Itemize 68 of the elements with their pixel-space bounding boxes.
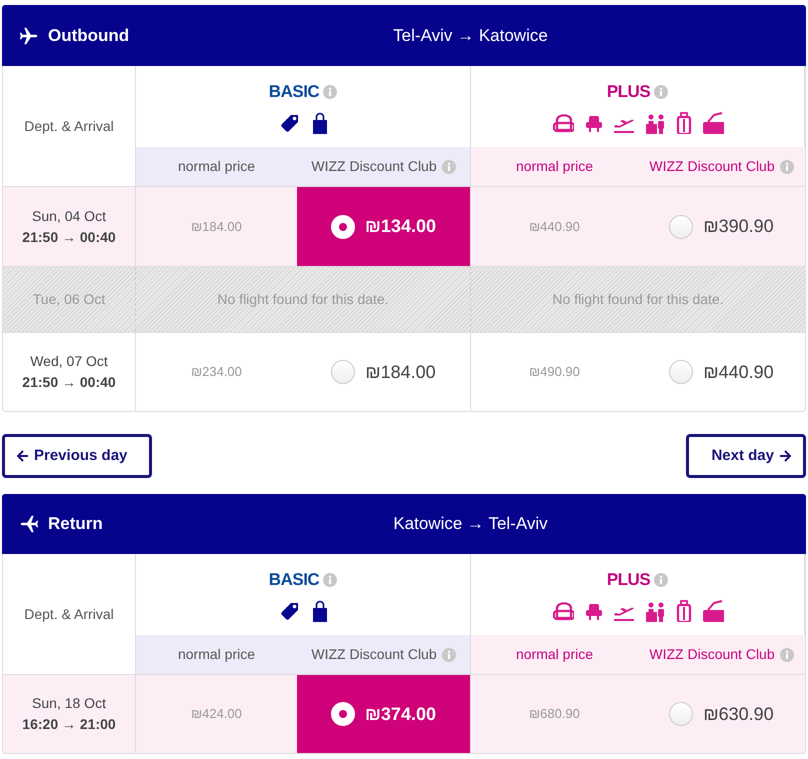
suitcase-icon [676, 600, 692, 622]
flight-date: Sun, 04 Oct [32, 206, 106, 226]
info-icon [780, 648, 794, 662]
tag-icon [279, 600, 301, 622]
price-type-label: normal price [178, 157, 256, 176]
price-type-label: WIZZ Discount Club [649, 157, 775, 176]
club-price: ₪374.00 [365, 702, 436, 726]
previous-day-button[interactable]: Previous day [2, 434, 152, 478]
price-type-label: normal price [178, 645, 256, 664]
flight-times: 21:50 → 00:40 [22, 373, 116, 392]
club-price: ₪390.90 [703, 215, 774, 238]
fare-name: BASIC [268, 568, 320, 591]
column-header: Dept. & Arrival [24, 116, 114, 136]
info-icon [442, 160, 456, 174]
bag-icon [702, 112, 724, 134]
route-title: Katowice → Tel-Aviv [392, 513, 549, 536]
info-icon [654, 84, 668, 98]
club-price: ₪134.00 [365, 215, 436, 238]
flight-times: 16:20 → 21:00 [22, 715, 116, 734]
price-type-label: WIZZ Discount Club [311, 157, 437, 176]
club-price: ₪440.90 [703, 360, 774, 384]
no-flight-message: No flight found for this date. [217, 290, 389, 309]
route-title: Tel-Aviv → Katowice [392, 24, 549, 47]
next-day-button[interactable]: Next day [686, 434, 806, 478]
club-price: ₪630.90 [703, 702, 774, 726]
tag-icon [279, 112, 301, 134]
people-icon [644, 112, 666, 134]
fare-name: BASIC [268, 80, 320, 103]
normal-price: ₪680.90 [529, 705, 580, 724]
radio-button[interactable] [669, 360, 694, 384]
normal-price: ₪490.90 [529, 363, 580, 382]
price-type-label: normal price [516, 645, 594, 664]
normal-price: ₪234.00 [191, 363, 242, 382]
radio-button[interactable] [331, 360, 356, 384]
price-type-label: WIZZ Discount Club [311, 645, 437, 664]
flight-times: 21:50 → 00:40 [22, 228, 116, 246]
info-icon [654, 572, 668, 586]
flight-date: Sun, 18 Oct [32, 694, 106, 713]
radio-button[interactable] [669, 214, 694, 238]
info-icon [323, 572, 338, 586]
section-title: Return [48, 513, 103, 536]
normal-price: ₪184.00 [191, 218, 242, 236]
fare-name: PLUS [606, 568, 650, 591]
price-type-label: WIZZ Discount Club [649, 645, 775, 664]
normal-price: ₪424.00 [191, 705, 242, 724]
arrow-right-icon [779, 450, 791, 462]
suitcase-icon [676, 112, 692, 134]
armchair-icon [552, 112, 574, 134]
flight-date: Tue, 06 Oct [32, 290, 106, 309]
bag-icon [311, 600, 327, 622]
no-flight-message: No flight found for this date. [552, 290, 724, 309]
info-icon [442, 648, 456, 662]
section-title: Outbound [48, 24, 130, 47]
normal-price: ₪440.90 [529, 218, 580, 236]
bag-icon [311, 112, 327, 134]
club-price: ₪184.00 [365, 360, 436, 384]
people-icon [644, 600, 666, 622]
price-type-label: normal price [516, 157, 594, 176]
fare-name: PLUS [606, 80, 650, 103]
info-icon [323, 84, 338, 98]
arrow-left-icon [17, 450, 29, 462]
radio-button[interactable] [669, 702, 694, 726]
armchair-icon [552, 600, 574, 622]
bag-icon [702, 600, 724, 622]
flight-date: Wed, 07 Oct [30, 352, 108, 371]
info-icon [780, 160, 794, 174]
column-header: Dept. & Arrival [24, 604, 114, 624]
plane-icon [18, 513, 40, 535]
